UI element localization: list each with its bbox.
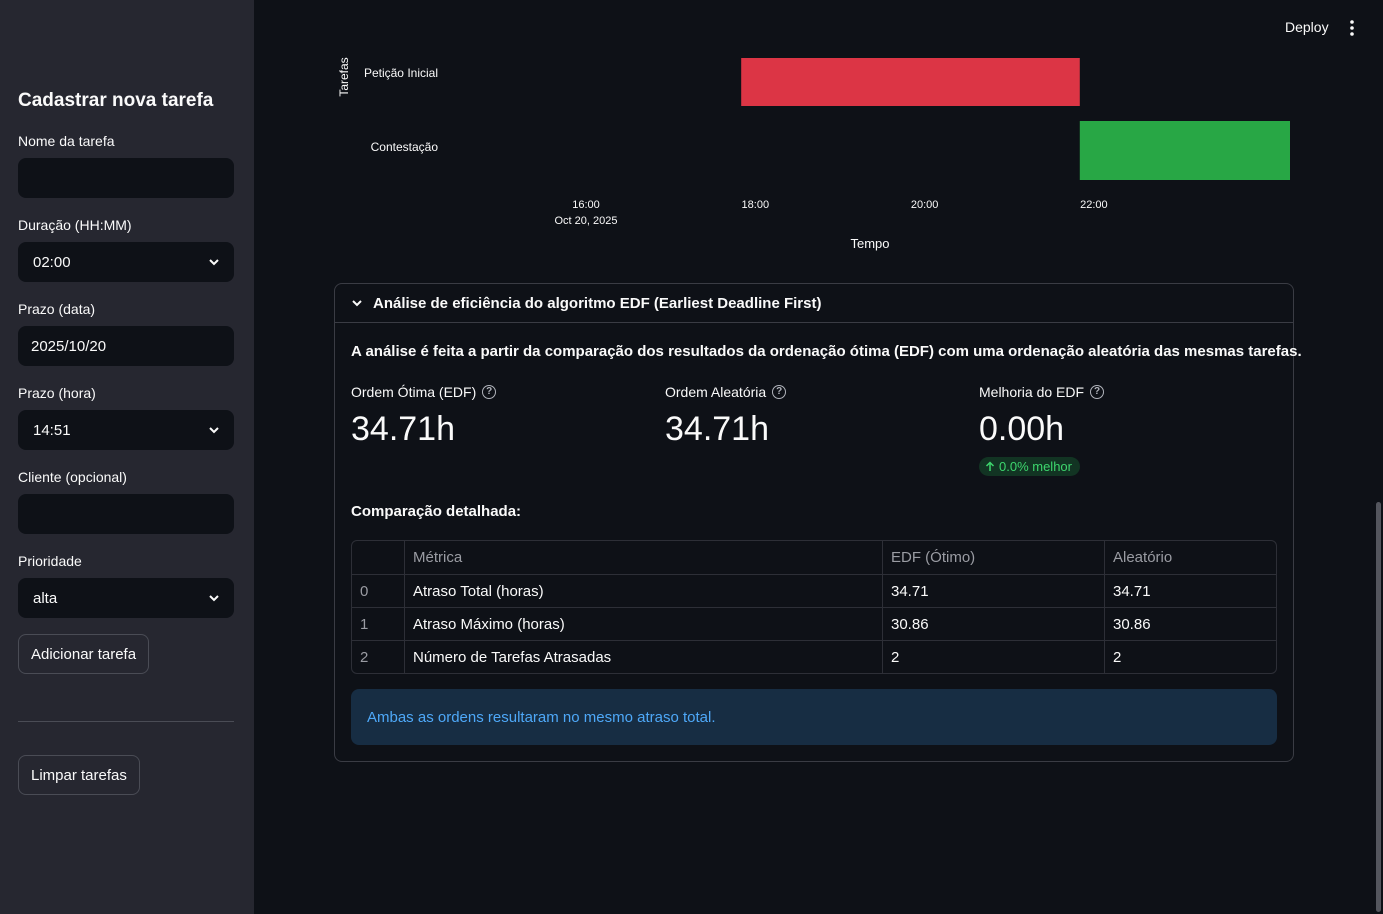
expander-title: Análise de eficiência do algoritmo EDF (… [373, 294, 822, 312]
table-cell: 30.86 [1104, 608, 1276, 640]
table-cell: 34.71 [882, 575, 1104, 607]
chevron-down-icon [209, 259, 219, 266]
deadline-time-select[interactable]: 14:51 [18, 410, 234, 450]
metric-random-value: 34.71h [665, 410, 769, 448]
more-menu-icon[interactable] [1346, 18, 1358, 38]
task-name-input[interactable] [18, 158, 234, 198]
metric-improvement-value: 0.00h [979, 410, 1065, 448]
table-header-cell[interactable]: Aleatório [1104, 541, 1276, 574]
deadline-date-input[interactable]: 2025/10/20 [18, 326, 234, 366]
client-input[interactable] [18, 494, 234, 534]
y-axis-label: Tarefas [337, 57, 351, 96]
metric-improvement: Melhoria do EDF? 0.00h 0.0% melhor [979, 384, 1105, 477]
deadline-time-label: Prazo (hora) [18, 385, 96, 401]
metric-edf: Ordem Ótima (EDF)? 34.71h [351, 384, 497, 449]
table-cell-index: 1 [360, 615, 369, 633]
sidebar-title: Cadastrar nova tarefa [18, 90, 214, 111]
x-tick-label: 22:00 [1080, 199, 1108, 211]
x-tick-label: 20:00 [911, 199, 939, 211]
x-tick-label: 18:00 [742, 199, 770, 211]
comparison-table: Métrica EDF (Ótimo) Aleatório 0 Atraso T… [351, 540, 1277, 674]
gantt-chart: Petição Inicial Contestação 16:00 18:00 20:0… [330, 50, 1334, 265]
chevron-down-icon [209, 427, 219, 434]
metric-random-label: Ordem Aleatória [665, 384, 767, 400]
gantt-bar [741, 58, 1080, 106]
metric-delta-text: 0.0% melhor [999, 459, 1072, 474]
x-tick-date-label: Oct 20, 2025 [555, 215, 618, 227]
metric-random: Ordem Aleatória? 34.71h [665, 384, 787, 449]
metric-improvement-label: Melhoria do EDF [979, 384, 1085, 400]
table-cell: 34.71 [1104, 575, 1276, 607]
metric-edf-label: Ordem Ótima (EDF) [351, 384, 477, 400]
help-icon[interactable]: ? [1090, 385, 1105, 399]
x-tick-label: 16:00 [572, 199, 600, 211]
table-header-cell[interactable] [352, 541, 404, 574]
gantt-task-label: Contestação [371, 140, 439, 154]
deadline-time-value: 14:51 [33, 421, 71, 439]
table-cell: Atraso Total (horas) [404, 575, 882, 607]
metric-edf-value: 34.71h [351, 410, 455, 448]
table-cell: 2 [1104, 641, 1276, 673]
x-axis-label: Tempo [850, 236, 889, 251]
help-icon[interactable]: ? [482, 385, 497, 399]
edf-analysis-expander: Análise de eficiência do algoritmo EDF (… [334, 283, 1302, 762]
duration-value: 02:00 [33, 253, 71, 271]
table-row: 2 Número de Tarefas Atrasadas 2 2 [352, 640, 1276, 673]
deadline-date-label: Prazo (data) [18, 301, 96, 317]
table-cell-index: 2 [360, 648, 369, 666]
table-cell: Número de Tarefas Atrasadas [404, 641, 882, 673]
table-header-row: Métrica EDF (Ótimo) Aleatório [352, 541, 1276, 574]
table-row: 1 Atraso Máximo (horas) 30.86 30.86 [352, 607, 1276, 640]
comparison-title: Comparação detalhada: [351, 503, 522, 520]
duration-label: Duração (HH:MM) [18, 217, 132, 233]
help-icon[interactable]: ? [772, 385, 787, 399]
analysis-intro: A análise é feita a partir da comparação… [351, 343, 1302, 360]
arrow-up-icon [985, 461, 995, 471]
scrollbar[interactable] [1376, 502, 1381, 912]
table-header-cell[interactable]: Métrica [404, 541, 882, 574]
deploy-button[interactable]: Deploy [1285, 19, 1329, 35]
expander-header[interactable]: Análise de eficiência do algoritmo EDF (… [335, 284, 1293, 323]
priority-value: alta [33, 589, 58, 607]
task-name-label: Nome da tarefa [18, 133, 115, 149]
sidebar: Cadastrar nova tarefa Nome da tarefa Dur… [0, 0, 254, 914]
table-row: 0 Atraso Total (horas) 34.71 34.71 [352, 574, 1276, 607]
table-cell-index: 0 [360, 582, 369, 600]
priority-label: Prioridade [18, 553, 82, 569]
sidebar-divider [18, 721, 234, 722]
clear-tasks-button[interactable]: Limpar tarefas [18, 755, 140, 795]
table-cell: 2 [882, 641, 1104, 673]
priority-select[interactable]: alta [18, 578, 234, 618]
add-task-button[interactable]: Adicionar tarefa [18, 634, 150, 674]
gantt-chart-svg: Petição Inicial Contestação 16:00 18:00 20:0… [337, 57, 1334, 251]
chevron-down-icon [352, 300, 362, 307]
table-header-cell[interactable]: EDF (Ótimo) [882, 541, 1104, 574]
client-label: Cliente (opcional) [18, 469, 127, 485]
gantt-task-label: Petição Inicial [364, 66, 438, 80]
table-cell: 30.86 [882, 608, 1104, 640]
metric-delta-badge: 0.0% melhor [979, 457, 1080, 476]
table-cell: Atraso Máximo (horas) [404, 608, 882, 640]
duration-select[interactable]: 02:00 [18, 242, 234, 282]
chevron-down-icon [209, 595, 219, 602]
info-alert: Ambas as ordens resultaram no mesmo atra… [351, 689, 1277, 745]
gantt-bar [1079, 121, 1334, 180]
